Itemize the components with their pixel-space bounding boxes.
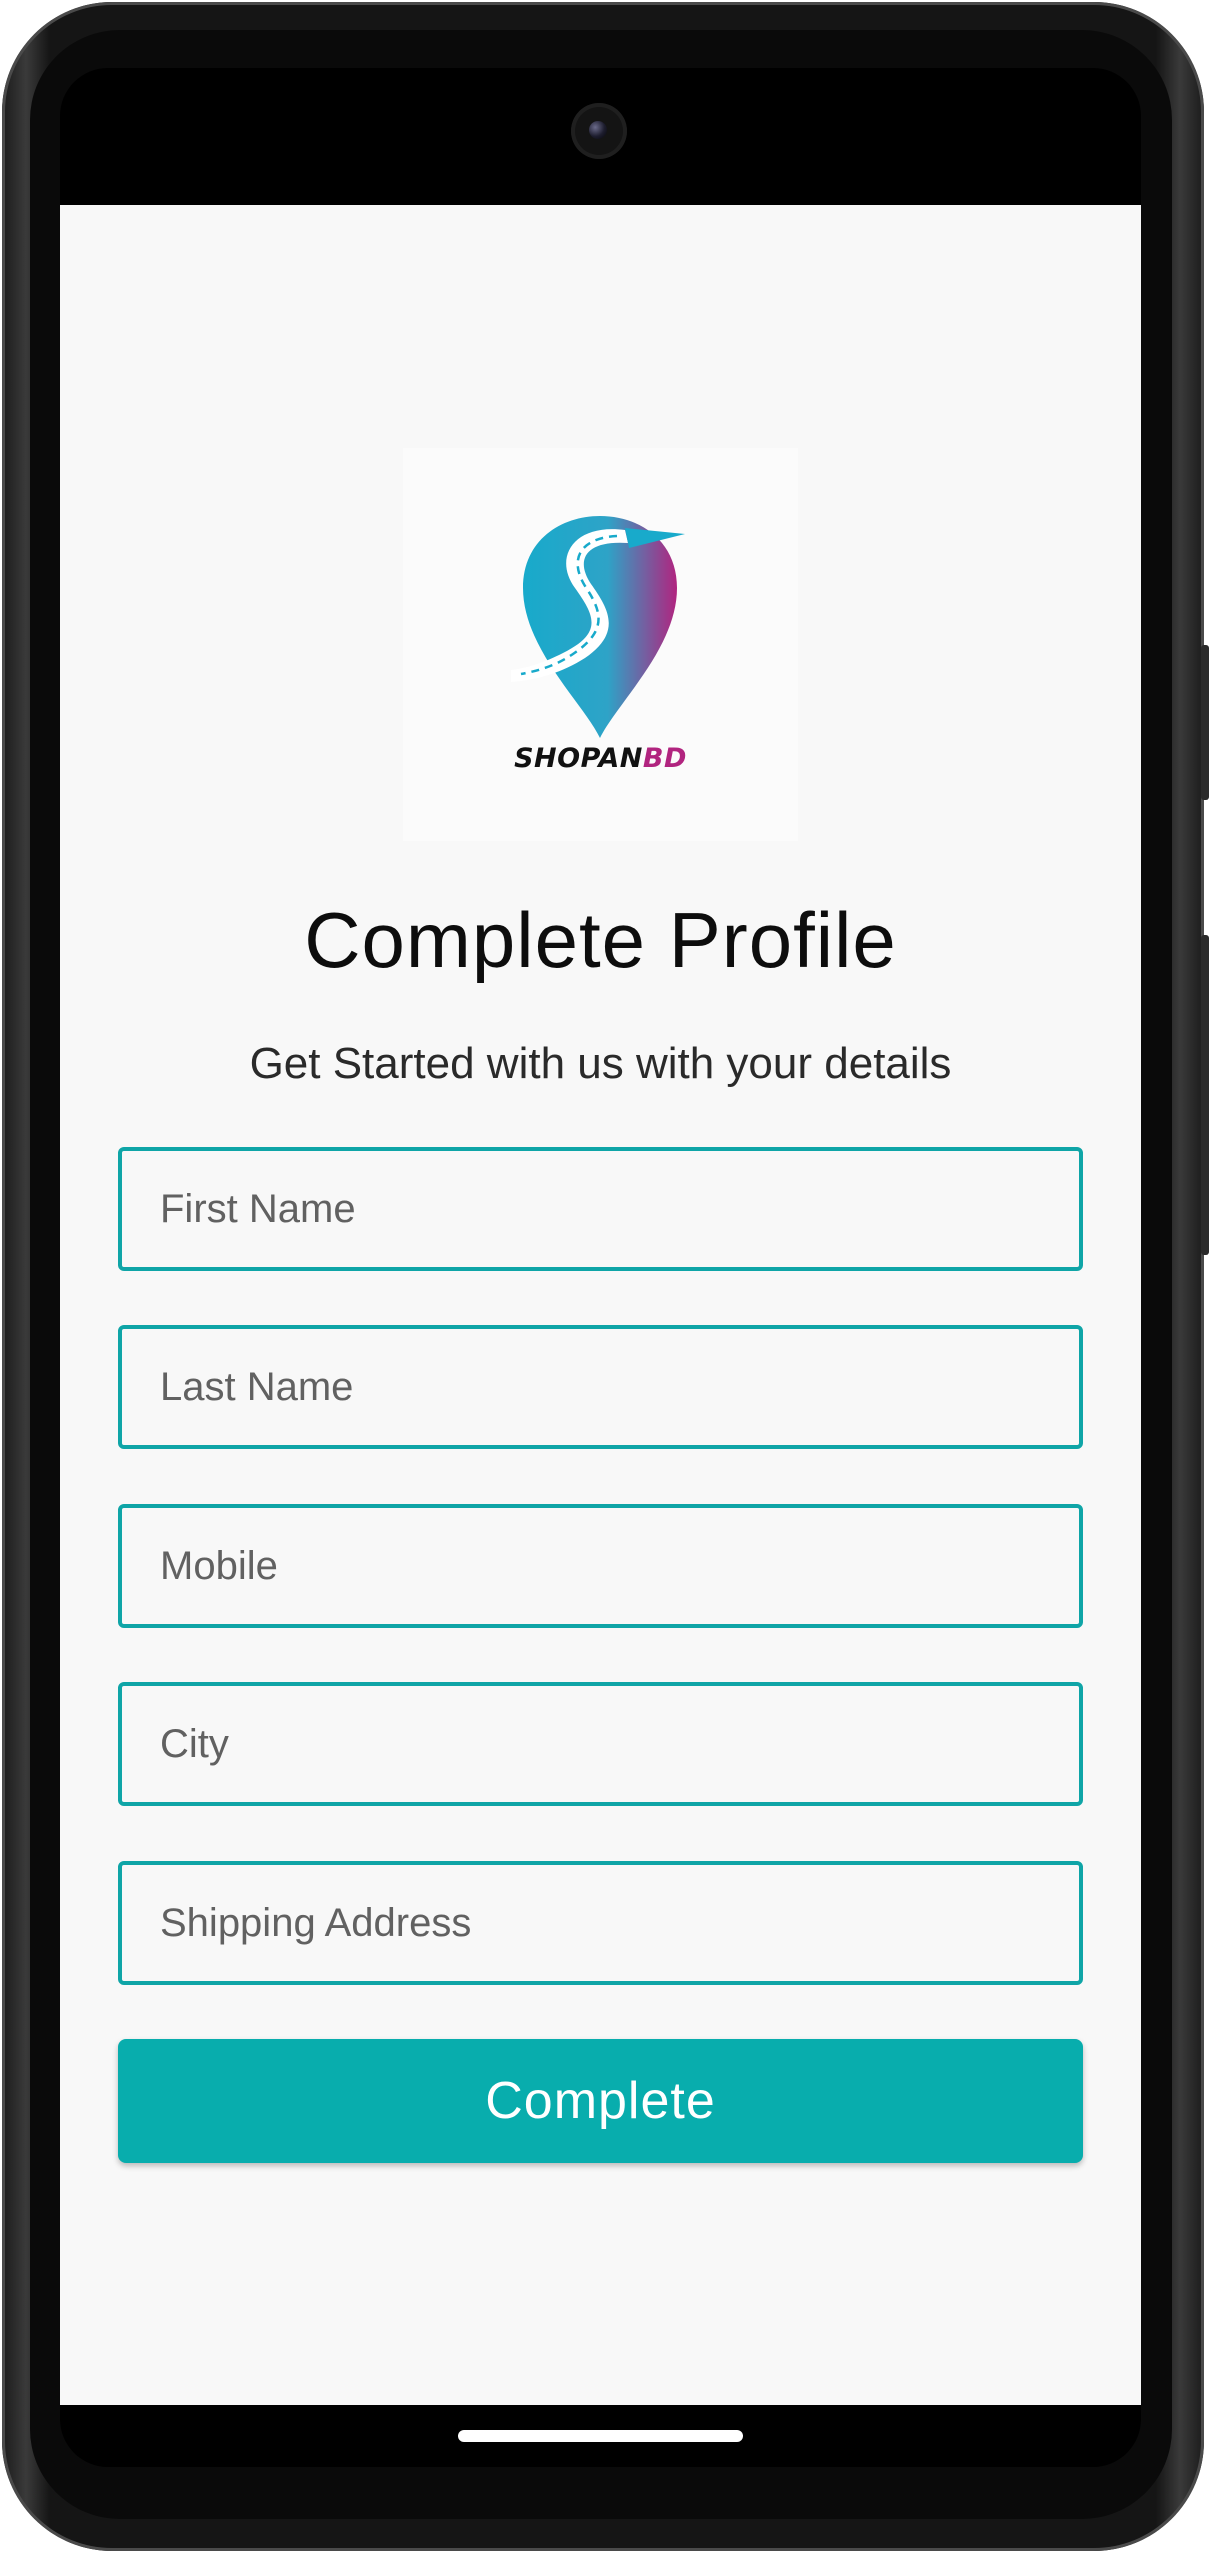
complete-button[interactable]: Complete	[118, 2039, 1083, 2163]
last-name-field[interactable]	[118, 1325, 1083, 1449]
front-camera	[571, 103, 627, 159]
mobile-field[interactable]	[118, 1504, 1083, 1628]
home-indicator[interactable]	[458, 2430, 743, 2442]
phone-device: SHOPANBD Complete Profile Get Started wi…	[0, 0, 1209, 2553]
shipping-address-field[interactable]	[118, 1861, 1083, 1985]
brand-logo: SHOPANBD	[403, 448, 798, 841]
logo-pin-icon	[511, 516, 685, 738]
logo-wordmark: SHOPANBD	[514, 743, 687, 774]
last-name-input[interactable]	[122, 1329, 1079, 1445]
volume-button	[1201, 645, 1209, 800]
mobile-input[interactable]	[122, 1508, 1079, 1624]
page-subtitle: Get Started with us with your details	[249, 1039, 952, 1088]
app-screen: SHOPANBD Complete Profile Get Started wi…	[60, 205, 1141, 2405]
page-title: Complete Profile	[304, 896, 897, 984]
first-name-field[interactable]	[118, 1147, 1083, 1271]
city-input[interactable]	[122, 1686, 1079, 1802]
first-name-input[interactable]	[122, 1151, 1079, 1267]
shipping-address-input[interactable]	[122, 1865, 1079, 1981]
power-button	[1201, 935, 1209, 1255]
city-field[interactable]	[118, 1682, 1083, 1806]
